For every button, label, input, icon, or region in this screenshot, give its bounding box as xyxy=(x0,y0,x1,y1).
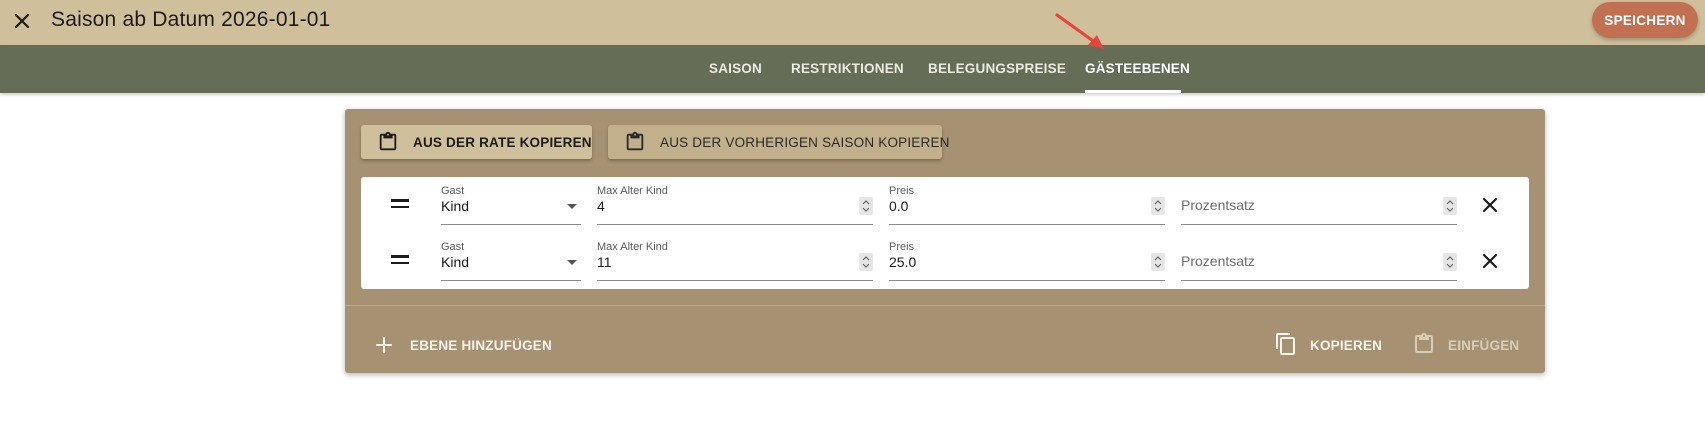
top-app-bar: Saison ab Datum 2026-01-01 SPEICHERN xyxy=(0,0,1705,45)
percentage-field[interactable]: Prozentsatz xyxy=(1181,185,1457,225)
guest-type-select[interactable]: Gast Kind xyxy=(441,241,581,281)
close-icon[interactable] xyxy=(7,6,37,36)
spin-arrows-icon[interactable] xyxy=(1151,197,1165,215)
percentage-placeholder: Prozentsatz xyxy=(1181,253,1255,269)
guest-type-label: Gast xyxy=(441,185,465,197)
copy-from-rate-button[interactable]: AUS DER RATE KOPIEREN xyxy=(361,125,592,159)
drag-handle-icon[interactable] xyxy=(391,199,409,209)
card-divider xyxy=(345,305,1545,306)
chevron-down-icon[interactable] xyxy=(567,260,577,265)
spin-arrows-icon[interactable] xyxy=(859,197,873,215)
guest-level-row: Gast Kind Max Alter Kind 11 Preis 25.0 P… xyxy=(361,233,1529,289)
delete-icon[interactable] xyxy=(1479,250,1501,272)
guest-type-label: Gast xyxy=(441,241,465,253)
drag-handle-icon[interactable] xyxy=(391,255,409,265)
copy-button[interactable]: KOPIEREN xyxy=(1274,327,1384,361)
paste-label: EINFÜGEN xyxy=(1448,338,1520,353)
tab-gaesteebenen[interactable]: GÄSTEEBENEN xyxy=(1085,61,1190,76)
guest-type-value: Kind xyxy=(441,198,470,214)
paste-button[interactable]: EINFÜGEN xyxy=(1412,327,1522,361)
price-field[interactable]: Preis 0.0 xyxy=(889,185,1165,225)
clipboard-icon xyxy=(626,131,644,151)
copy-icon xyxy=(1276,333,1295,355)
guest-level-list: Gast Kind Max Alter Kind 4 Preis 0.0 Pro… xyxy=(361,177,1529,289)
save-button[interactable]: SPEICHERN xyxy=(1592,2,1698,38)
clipboard-icon xyxy=(379,131,397,151)
copy-from-previous-season-button[interactable]: AUS DER VORHERIGEN SAISON KOPIEREN xyxy=(608,125,949,159)
max-age-child-value: 11 xyxy=(597,254,612,270)
copy-from-rate-label: AUS DER RATE KOPIEREN xyxy=(413,135,592,150)
spin-arrows-icon[interactable] xyxy=(859,253,873,271)
chevron-down-icon[interactable] xyxy=(567,204,577,209)
price-field[interactable]: Preis 25.0 xyxy=(889,241,1165,281)
max-age-child-label: Max Alter Kind xyxy=(597,185,668,197)
copy-label: KOPIEREN xyxy=(1310,338,1383,353)
max-age-child-value: 4 xyxy=(597,198,605,214)
add-level-label: EBENE HINZUFÜGEN xyxy=(410,338,552,353)
guest-type-value: Kind xyxy=(441,254,470,270)
guest-type-select[interactable]: Gast Kind xyxy=(441,185,581,225)
guest-levels-card: AUS DER RATE KOPIEREN AUS DER VORHERIGEN… xyxy=(345,109,1545,373)
price-label: Preis xyxy=(889,241,915,253)
max-age-child-label: Max Alter Kind xyxy=(597,241,668,253)
page-title: Saison ab Datum 2026-01-01 xyxy=(51,8,331,31)
paste-icon xyxy=(1415,333,1433,353)
tab-saison[interactable]: SAISON xyxy=(709,61,762,76)
max-age-child-field[interactable]: Max Alter Kind 11 xyxy=(597,241,873,281)
copy-from-previous-season-label: AUS DER VORHERIGEN SAISON KOPIEREN xyxy=(660,135,950,150)
plus-icon xyxy=(376,337,392,353)
guest-level-row: Gast Kind Max Alter Kind 4 Preis 0.0 Pro… xyxy=(361,177,1529,233)
percentage-field[interactable]: Prozentsatz xyxy=(1181,241,1457,281)
active-tab-indicator xyxy=(1085,90,1181,93)
spin-arrows-icon[interactable] xyxy=(1443,253,1457,271)
price-label: Preis xyxy=(889,185,915,197)
price-value: 0.0 xyxy=(889,198,909,214)
price-value: 25.0 xyxy=(889,254,917,270)
tab-bar: SAISON RESTRIKTIONEN BELEGUNGSPREISE GÄS… xyxy=(0,45,1705,93)
spin-arrows-icon[interactable] xyxy=(1443,197,1457,215)
max-age-child-field[interactable]: Max Alter Kind 4 xyxy=(597,185,873,225)
delete-icon[interactable] xyxy=(1479,194,1501,216)
spin-arrows-icon[interactable] xyxy=(1151,253,1165,271)
tab-belegungspreise[interactable]: BELEGUNGSPREISE xyxy=(928,61,1066,76)
percentage-placeholder: Prozentsatz xyxy=(1181,197,1255,213)
tab-restriktionen[interactable]: RESTRIKTIONEN xyxy=(791,61,904,76)
add-level-button[interactable]: EBENE HINZUFÜGEN xyxy=(375,327,555,361)
